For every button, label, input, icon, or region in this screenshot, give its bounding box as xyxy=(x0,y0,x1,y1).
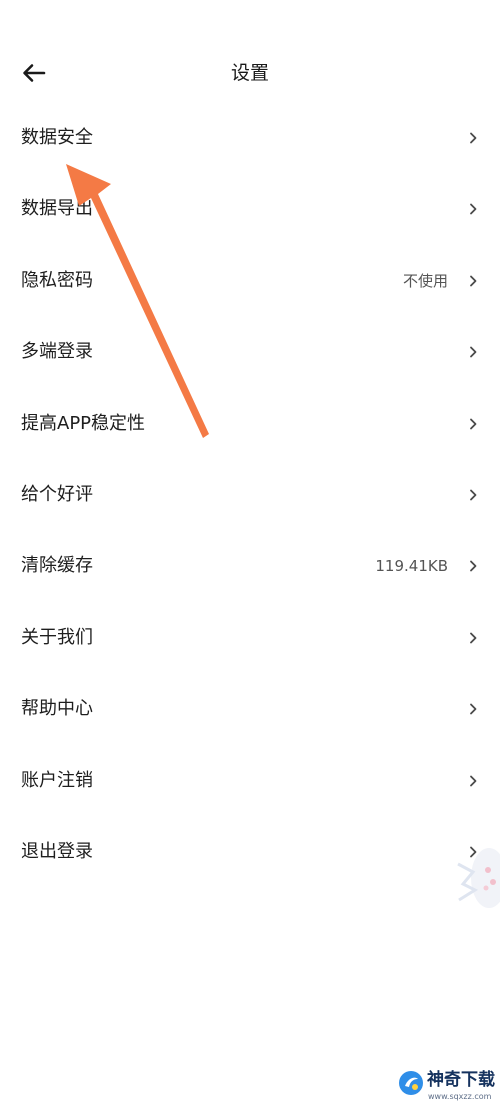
settings-row[interactable]: 数据导出 xyxy=(0,173,500,244)
chevron-right-icon xyxy=(470,632,477,644)
settings-row[interactable]: 提高APP稳定性 xyxy=(0,388,500,459)
settings-row-label: 数据导出 xyxy=(21,198,93,220)
settings-row[interactable]: 帮助中心 xyxy=(0,673,500,744)
chevron-right-icon xyxy=(470,418,477,429)
settings-row-label: 清除缓存 xyxy=(21,555,93,577)
settings-row[interactable]: 隐私密码 不使用 xyxy=(0,245,500,316)
watermark-url: www.sqxzz.com xyxy=(428,1092,492,1101)
watermark: 神奇下载 www.sqxzz.com xyxy=(398,1068,498,1106)
settings-row-label: 提高APP稳定性 xyxy=(21,412,146,434)
settings-row-label: 退出登录 xyxy=(21,840,93,862)
chevron-right-icon xyxy=(470,489,477,501)
chevron-right-icon xyxy=(470,275,477,287)
chevron-right-icon xyxy=(470,560,477,572)
settings-row[interactable]: 多端登录 xyxy=(0,316,500,387)
settings-row[interactable]: 给个好评 xyxy=(0,459,500,530)
settings-page: 设置 数据安全数据导出隐私密码 不使用多端登录提高APP稳定性 给个好评清除缓存 11… xyxy=(0,0,500,1111)
header: 设置 xyxy=(0,40,500,106)
settings-row[interactable]: 退出登录 xyxy=(0,816,500,887)
settings-row[interactable]: 账户注销 xyxy=(0,745,500,816)
chevron-right-icon xyxy=(470,703,477,715)
settings-row-value: 119.41KB xyxy=(375,557,448,576)
settings-row-label: 隐私密码 xyxy=(21,269,93,291)
settings-row-value: 不使用 xyxy=(402,271,448,290)
settings-row-label: 数据安全 xyxy=(21,127,93,148)
chevron-right-icon xyxy=(470,203,477,215)
settings-row-label: 给个好评 xyxy=(21,483,93,505)
chevron-right-icon xyxy=(470,132,477,144)
settings-row-label: 账户注销 xyxy=(21,769,93,791)
settings-row[interactable]: 数据安全 xyxy=(0,102,500,173)
sqxz-logo-icon xyxy=(399,1071,423,1095)
settings-row-label: 帮助中心 xyxy=(21,698,93,720)
page-title: 设置 xyxy=(230,62,269,84)
decorative-blob-icon xyxy=(457,848,500,908)
settings-row[interactable]: 关于我们 xyxy=(0,602,500,673)
settings-list: 数据安全数据导出隐私密码 不使用多端登录提高APP稳定性 给个好评清除缓存 119.4… xyxy=(0,102,500,887)
settings-row[interactable]: 清除缓存 119.41KB xyxy=(0,530,500,601)
chevron-right-icon xyxy=(470,775,477,786)
watermark-name: 神奇下载 xyxy=(427,1070,495,1090)
settings-row-label: 多端登录 xyxy=(21,341,93,363)
chevron-right-icon xyxy=(470,346,477,358)
settings-row-label: 关于我们 xyxy=(21,626,93,648)
